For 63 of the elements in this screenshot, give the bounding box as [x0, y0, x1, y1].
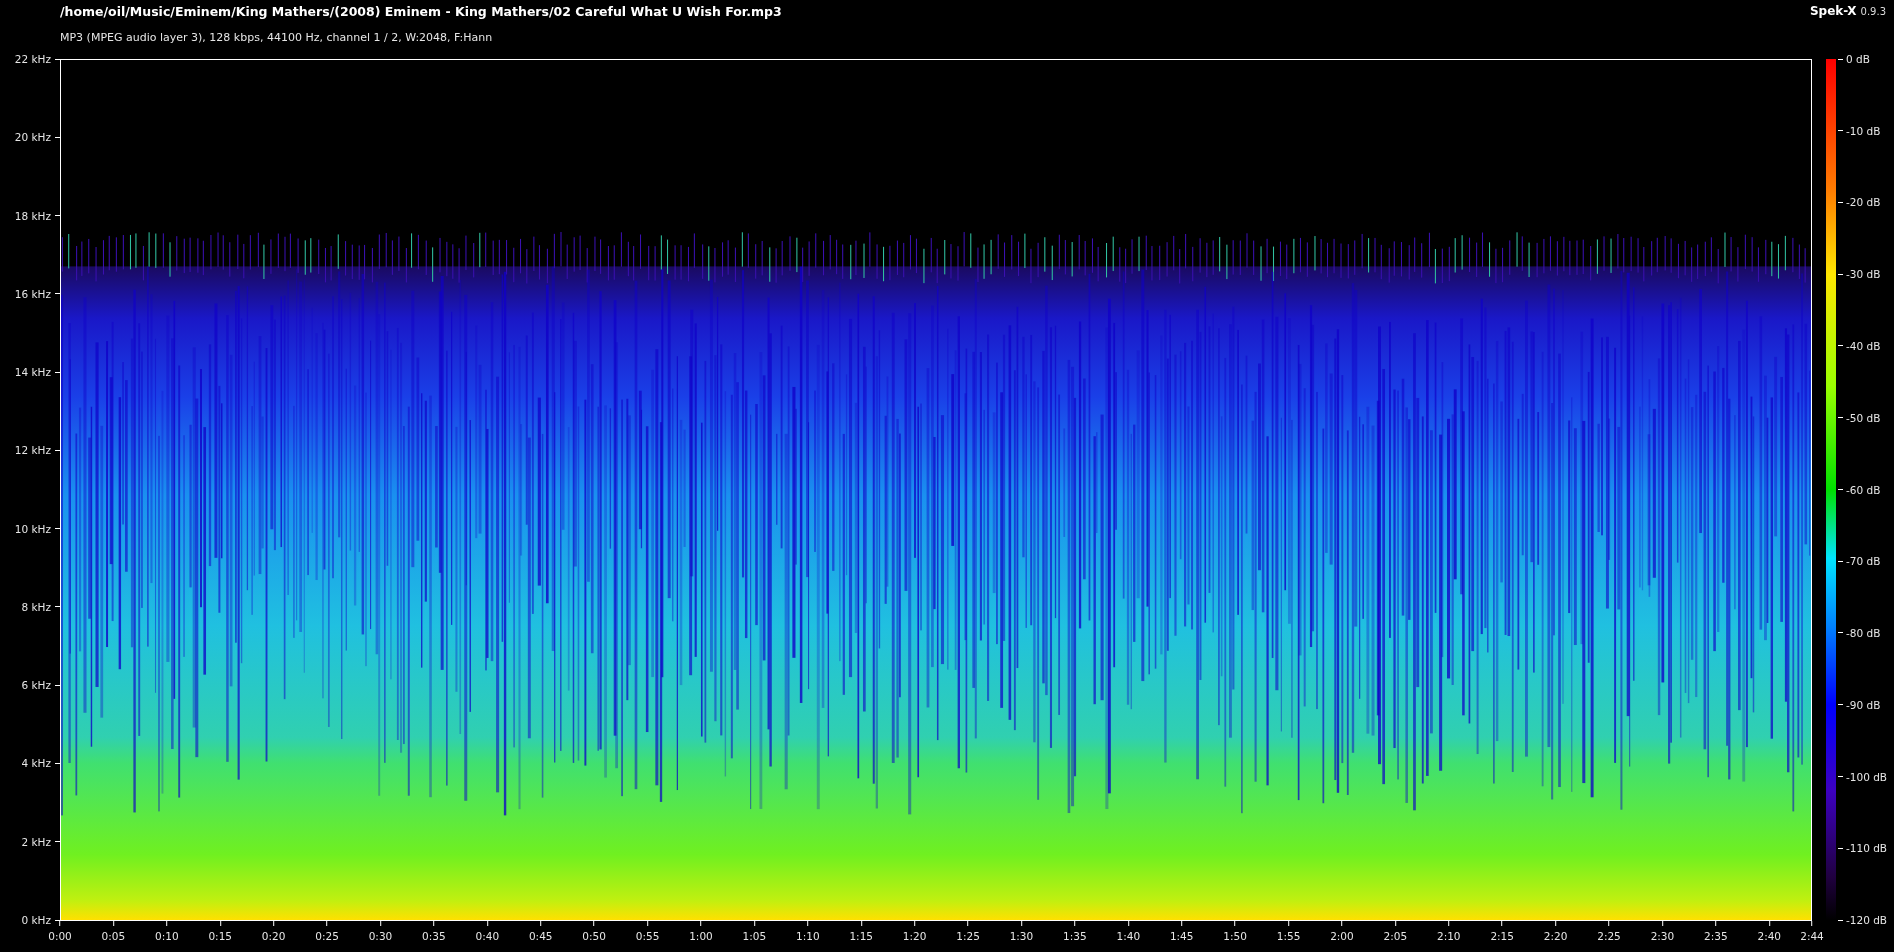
- time-label: 0:10: [155, 930, 179, 942]
- time-label: 1:15: [849, 930, 873, 942]
- frequency-label: 8 kHz: [21, 600, 51, 613]
- time-label: 0:05: [101, 930, 126, 942]
- time-label: 0:15: [208, 930, 233, 942]
- time-label: 2:20: [1543, 930, 1568, 942]
- time-label: 2:00: [1330, 930, 1354, 942]
- time-label: 1:55: [1276, 930, 1301, 942]
- decibel-label: -120 dB: [1846, 914, 1888, 926]
- time-label: 2:40: [1757, 930, 1782, 942]
- frequency-label: 6 kHz: [21, 679, 51, 692]
- time-label: 2:44: [1800, 930, 1824, 942]
- app-name: Spek-X: [1809, 4, 1857, 18]
- decibel-label: -90 dB: [1846, 698, 1881, 711]
- frequency-label: 16 kHz: [14, 287, 51, 300]
- time-label: 1:10: [796, 930, 820, 942]
- decibel-label: -40 dB: [1846, 340, 1881, 352]
- time-label: 0:45: [528, 930, 553, 942]
- time-label: 2:10: [1436, 930, 1461, 942]
- time-label: 0:35: [422, 930, 446, 942]
- time-label: 2:05: [1383, 930, 1408, 942]
- time-label: 1:20: [902, 930, 927, 942]
- time-label: 1:40: [1116, 930, 1141, 942]
- frequency-label: 14 kHz: [14, 366, 51, 379]
- frequency-label: 22 kHz: [14, 53, 51, 65]
- time-label: 0:55: [635, 930, 660, 942]
- time-label: 2:30: [1650, 930, 1675, 942]
- time-label: 1:45: [1169, 930, 1194, 942]
- decibel-label: 0 dB: [1846, 53, 1870, 65]
- time-label: 0:25: [315, 930, 339, 942]
- time-label: 1:00: [689, 930, 713, 942]
- decibel-label: -20 dB: [1846, 196, 1881, 209]
- time-label: 1:30: [1009, 930, 1034, 942]
- time-label: 1:50: [1223, 930, 1247, 942]
- frequency-label: 20 kHz: [14, 131, 51, 144]
- app-version: 0.9.3: [1860, 6, 1886, 17]
- decibel-label: -50 dB: [1846, 411, 1881, 424]
- frequency-label: 2 kHz: [21, 835, 51, 848]
- frequency-label: 12 kHz: [14, 444, 51, 457]
- file-path-title: /home/oil/Music/Eminem/King Mathers/(2008) Eminem - King Mathers/02 Careful What U Wish For.mp3: [60, 4, 783, 19]
- time-label: 0:50: [582, 930, 606, 942]
- decibel-label: -30 dB: [1846, 268, 1881, 281]
- frequency-label: 10 kHz: [14, 522, 51, 535]
- time-label: 2:25: [1597, 930, 1621, 942]
- time-label: 1:35: [1063, 930, 1087, 942]
- time-label: 0:40: [475, 930, 500, 942]
- frequency-label: 4 kHz: [21, 757, 51, 770]
- decibel-label: -110 dB: [1846, 842, 1888, 855]
- time-label: 2:15: [1490, 930, 1514, 942]
- frequency-label: 18 kHz: [14, 209, 51, 222]
- audio-info: MP3 (MPEG audio layer 3), 128 kbps, 44100 Hz, channel 1 / 2, W:2048, F:Hann: [60, 31, 494, 44]
- decibel-label: -10 dB: [1846, 124, 1881, 137]
- decibel-label: -100 dB: [1846, 770, 1888, 783]
- decibel-label: -80 dB: [1846, 627, 1881, 639]
- time-label: 0:20: [261, 930, 286, 942]
- decibel-label: -70 dB: [1846, 555, 1881, 568]
- frequency-label: 0 kHz: [21, 914, 51, 926]
- time-label: 0:30: [368, 930, 393, 942]
- time-label: 1:05: [742, 930, 767, 942]
- decibel-label: -60 dB: [1846, 483, 1881, 496]
- time-label: 0:00: [48, 930, 72, 942]
- time-label: 2:35: [1704, 930, 1728, 942]
- time-label: 1:25: [956, 930, 980, 942]
